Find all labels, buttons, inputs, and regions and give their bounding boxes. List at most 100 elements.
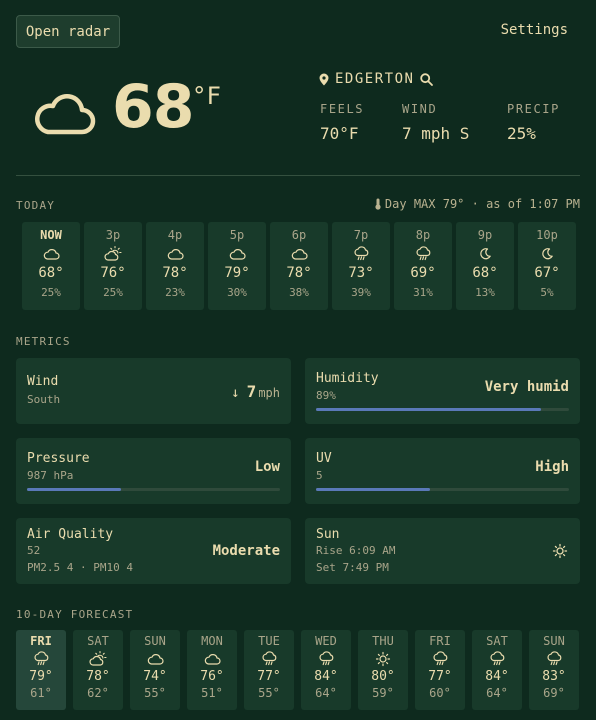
uv-title: UV (316, 451, 332, 466)
hour-temp: 73° (348, 265, 374, 281)
rain-icon (33, 651, 49, 666)
cloud-icon (229, 246, 246, 262)
sunrise-time: Rise 6:09 AM (316, 544, 396, 557)
day-high: 84° (485, 669, 509, 684)
hour-temp: 78° (286, 265, 312, 281)
air-quality-value: 52 (27, 544, 41, 557)
forecast-day[interactable]: SUN 83° 69° (529, 630, 579, 710)
hour-time: 7p (353, 228, 369, 242)
forecast-day[interactable]: SAT 78° 62° (73, 630, 123, 710)
hour-card[interactable]: 8p 69° 31% (394, 222, 452, 310)
day-low: 64° (486, 686, 508, 700)
cloud-icon (35, 94, 96, 135)
hour-temp: 68° (472, 265, 498, 281)
uv-bar (316, 488, 569, 491)
rain-icon (415, 246, 431, 262)
divider (16, 175, 580, 176)
hour-card[interactable]: 10p 67° 5% (518, 222, 576, 310)
humidity-level: Very humid (484, 379, 569, 395)
humidity-card[interactable]: Humidity 89% Very humid (305, 358, 580, 424)
forecast-day[interactable]: FRI 77° 60° (415, 630, 465, 710)
day-low: 69° (543, 686, 565, 700)
hour-time: 6p (291, 228, 307, 242)
settings-link[interactable]: Settings (501, 22, 568, 38)
hour-card[interactable]: 4p 78° 23% (146, 222, 204, 310)
hour-precip: 31% (413, 286, 433, 299)
day-name: SAT (486, 634, 508, 648)
day-name: SUN (144, 634, 166, 648)
hour-card[interactable]: 6p 78° 38% (270, 222, 328, 310)
day-high: 77° (428, 669, 452, 684)
partly-sunny-icon (89, 650, 107, 666)
day-low: 60° (429, 686, 451, 700)
forecast-day[interactable]: SAT 84° 64° (472, 630, 522, 710)
pressure-bar-fill (27, 488, 121, 491)
uv-card[interactable]: UV 5 High (305, 438, 580, 504)
today-section-label: TODAY (16, 199, 56, 212)
hour-card[interactable]: 3p 76° 25% (84, 222, 142, 310)
pressure-card[interactable]: Pressure 987 hPa Low (16, 438, 291, 504)
day-name: TUE (258, 634, 280, 648)
rain-icon (353, 246, 369, 262)
pressure-level: Low (254, 459, 280, 475)
hour-precip: 25% (103, 286, 123, 299)
wind-speed: 7 (246, 382, 257, 401)
hour-precip: 23% (165, 286, 185, 299)
hour-precip: 30% (227, 286, 247, 299)
day-name: MON (201, 634, 223, 648)
hour-temp: 78° (162, 265, 188, 281)
forecast-day[interactable]: TUE 77° 55° (244, 630, 294, 710)
day-high: 78° (86, 669, 110, 684)
hour-temp: 69° (410, 265, 436, 281)
forecast-day[interactable]: THU 80° 59° (358, 630, 408, 710)
day-name: FRI (30, 634, 52, 648)
day-high: 84° (314, 669, 338, 684)
humidity-bar (316, 408, 569, 411)
rain-icon (489, 651, 505, 666)
day-low: 55° (258, 686, 280, 700)
hour-time: NOW (40, 228, 62, 242)
day-high: 83° (542, 669, 566, 684)
cloud-icon (43, 246, 60, 262)
hour-card[interactable]: 9p 68° 13% (456, 222, 514, 310)
hourly-strip: NOW 68° 25% 3p 76° 25% 4p 78° 23% 5p 79°… (22, 222, 576, 310)
forecast-day[interactable]: MON 76° 51° (187, 630, 237, 710)
hour-card[interactable]: 5p 79° 30% (208, 222, 266, 310)
search-icon[interactable] (420, 72, 434, 86)
day-name: SUN (543, 634, 565, 648)
day-name: SAT (87, 634, 109, 648)
current-temperature: 68 (112, 72, 194, 142)
hour-time: 9p (477, 228, 493, 242)
day-low: 64° (315, 686, 337, 700)
day-high: 80° (371, 669, 395, 684)
hour-precip: 5% (540, 286, 554, 299)
forecast-day[interactable]: FRI 79° 61° (16, 630, 66, 710)
sun-icon (375, 651, 391, 667)
location: EDGERTON (319, 70, 434, 88)
hour-card[interactable]: NOW 68° 25% (22, 222, 80, 310)
uv-value: 5 (316, 469, 323, 482)
day-low: 55° (144, 686, 166, 700)
sun-card[interactable]: Sun Rise 6:09 AM Set 7:49 PM (305, 518, 580, 584)
pressure-title: Pressure (27, 451, 90, 466)
sun-title: Sun (316, 527, 340, 542)
day-high: 76° (200, 669, 224, 684)
feels-value: 70°F (320, 124, 359, 143)
location-pin-icon (319, 73, 329, 85)
cloud-icon (204, 651, 221, 665)
air-quality-card[interactable]: Air Quality 52 PM2.5 4 · PM10 4 Moderate (16, 518, 291, 584)
wind-value: 7 mph S (402, 124, 470, 143)
wind-card[interactable]: Wind South ↓ 7 mph (16, 358, 291, 424)
wind-title: Wind (27, 374, 59, 389)
day-high: 79° (29, 669, 53, 684)
humidity-value: 89% (316, 389, 336, 402)
sun-icon (552, 543, 568, 559)
open-radar-button[interactable]: Open radar (16, 15, 120, 48)
forecast-day[interactable]: WED 84° 64° (301, 630, 351, 710)
forecast-day[interactable]: SUN 74° 55° (130, 630, 180, 710)
humidity-bar-fill (316, 408, 542, 411)
today-meta: Day MAX 79° · as of 1:07 PM (374, 197, 580, 211)
metrics-section-label: METRICS (16, 335, 71, 348)
hour-card[interactable]: 7p 73° 39% (332, 222, 390, 310)
today-meta-text: Day MAX 79° · as of 1:07 PM (384, 197, 580, 211)
